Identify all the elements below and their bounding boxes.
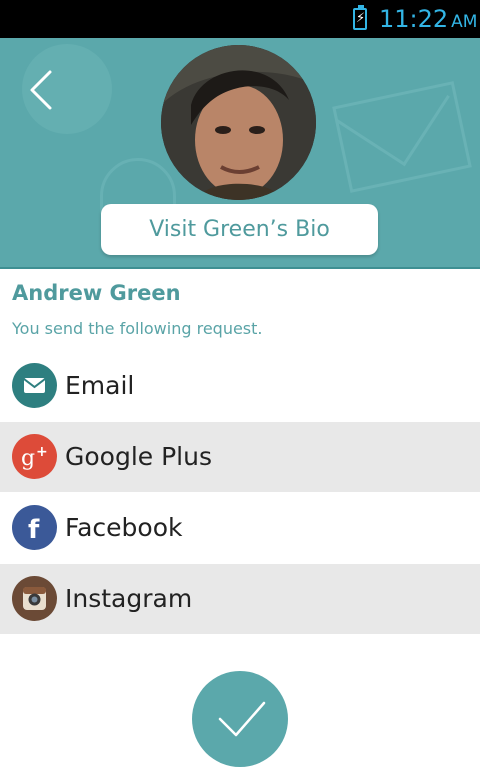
google-plus-icon: g + — [12, 434, 57, 479]
instagram-icon — [12, 576, 57, 621]
checkmark-icon — [218, 701, 266, 737]
email-icon — [12, 363, 57, 408]
svg-text:g: g — [21, 446, 35, 471]
clock-ampm: AM — [451, 12, 478, 32]
profile-header: Visit Green’s Bio — [0, 38, 480, 267]
facebook-icon: f — [12, 505, 57, 550]
confirm-button[interactable] — [192, 671, 288, 767]
request-description: You send the following request. — [12, 319, 263, 338]
avatar — [161, 45, 316, 200]
header-divider — [0, 267, 480, 269]
contact-name: Andrew Green — [12, 281, 181, 305]
battery-charging-icon: ⚡ — [353, 5, 367, 30]
option-label: Email — [65, 371, 135, 400]
option-google-plus[interactable]: g + Google Plus — [0, 422, 480, 492]
status-clock: 11:22 AM — [379, 4, 477, 37]
svg-text:+: + — [36, 444, 48, 460]
svg-text:f: f — [28, 515, 40, 545]
chevron-left-icon — [30, 70, 52, 110]
option-instagram[interactable]: Instagram — [0, 564, 480, 634]
decorative-envelope-icon — [332, 81, 472, 193]
option-label: Google Plus — [65, 442, 212, 471]
visit-bio-button[interactable]: Visit Green’s Bio — [101, 204, 378, 255]
back-button[interactable] — [22, 68, 66, 112]
avatar-photo — [161, 45, 316, 200]
option-label: Instagram — [65, 584, 193, 613]
option-facebook[interactable]: f Facebook — [0, 493, 480, 563]
clock-time: 11:22 — [379, 5, 449, 33]
option-label: Facebook — [65, 513, 183, 542]
option-email[interactable]: Email — [0, 351, 480, 421]
status-bar: ⚡ 11:22 AM — [0, 0, 480, 38]
